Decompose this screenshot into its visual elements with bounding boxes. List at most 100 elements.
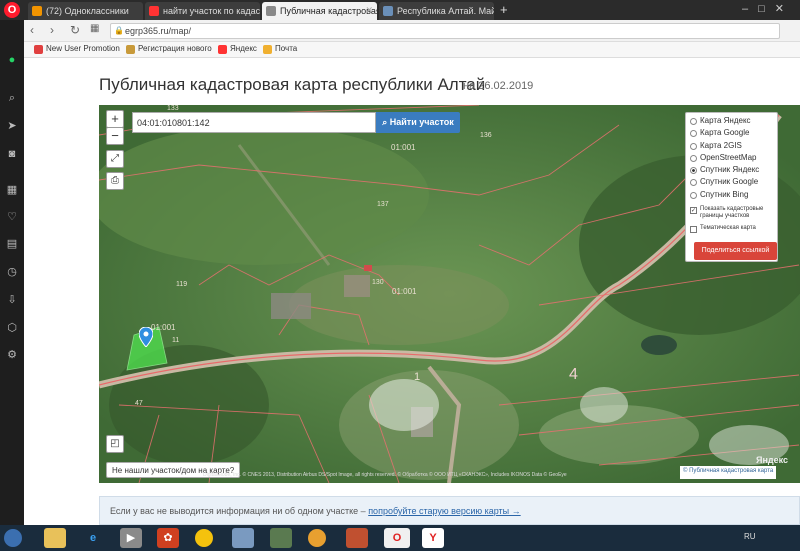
parcel-label: 136 [480,132,492,139]
layer-option-bing-satellite[interactable]: Спутник Bing [690,190,777,202]
print-icon[interactable]: ⎙ [106,172,124,190]
chrome-icon[interactable] [195,529,213,547]
layer-switcher: Карта Яндекс Карта Google Карта 2GIS Ope… [685,112,778,262]
share-link-button[interactable]: Поделиться ссылкой [694,242,777,260]
window-controls[interactable]: –□✕ [742,2,794,15]
lock-icon: 🔒 [114,26,124,35]
reload-icon[interactable]: ↻ [70,23,80,37]
thematic-map-checkbox[interactable]: Тематическая карта [690,225,777,234]
news-icon[interactable]: ▤ [4,236,20,252]
button-label: Найти участок [389,117,454,127]
tab-label: (72) Одноклассники [46,6,129,16]
heart-icon[interactable]: ♡ [4,209,20,225]
whatsapp-icon[interactable]: ● [4,52,20,68]
camera-icon[interactable]: ◙ [4,146,20,162]
parcel-label: 137 [377,201,389,208]
opera-taskbar-icon[interactable]: O [384,528,410,548]
parcel-label: 47 [135,400,143,407]
bookmark-item[interactable]: Яндекс [218,44,257,54]
show-borders-checkbox[interactable]: ✓ Показать кадастровые границы участков [690,206,777,220]
notice-text: Если у вас не выводится информация ни об… [110,506,366,516]
radio-icon [690,130,697,138]
layer-option-yandex-satellite[interactable]: Спутник Яндекс [690,165,777,177]
tab-altai[interactable]: Республика Алтай. Майн [379,2,494,20]
app-icon[interactable] [270,528,292,548]
settings-icon[interactable]: ⚙ [4,347,20,363]
history-icon[interactable]: ◷ [4,264,20,280]
search-icon[interactable]: ⌕ [4,90,20,106]
bookmark-icon [126,45,135,54]
internet-explorer-icon[interactable]: e [82,528,104,548]
media-icon[interactable]: ✿ [157,528,179,548]
opera-menu-icon[interactable]: O [4,2,20,18]
tab-odnoklassniki[interactable]: (72) Одноклассники [28,2,143,20]
windows-taskbar: e ▶ ✿ O Y RU [0,525,800,551]
layer-label: Спутник Google [700,177,759,187]
tab-label: найти участок по кадастр [163,6,260,16]
find-parcel-button[interactable]: ⌕ Найти участок [376,112,460,133]
parcel-label: 1 [414,371,421,383]
quarter-label: 01:001 [391,143,416,152]
tab-label: Республика Алтай. Майн [397,6,494,16]
fullscreen-icon[interactable]: ⤢ [106,150,124,168]
yandex-icon [149,6,159,16]
bookmark-label: Яндекс [230,44,257,53]
app-icon[interactable] [346,528,368,548]
page-icon [266,6,276,16]
old-version-link[interactable]: попробуйте старую версию карты → [368,506,520,516]
checkbox-checked-icon: ✓ [690,207,697,215]
app-icon[interactable] [308,529,326,547]
speed-dial-icon[interactable]: ▦ [90,23,99,34]
quarter-label: 01:001 [392,287,417,296]
parcel-label: 11 [172,337,180,344]
layer-option-google-satellite[interactable]: Спутник Google [690,177,777,189]
cadastral-number-input[interactable]: 04:01:010801:142 [132,112,376,133]
url-input[interactable]: 🔒 egrp365.ru/map/ [110,23,780,39]
zoom-in-button[interactable]: + [106,110,124,128]
bookmark-label: New User Promotion [46,44,120,53]
checkbox-label: Тематическая карта [700,225,756,232]
cadastral-map[interactable]: 133 01:001 136 137 01:001 119 130 01:001… [99,105,800,483]
tab-search[interactable]: найти участок по кадастр [145,2,260,20]
bookmark-item[interactable]: New User Promotion [34,44,120,54]
forward-icon[interactable]: › [50,23,54,37]
speed-dial-icon[interactable]: ▦ [4,182,20,198]
layer-option-yandex-map[interactable]: Карта Яндекс [690,116,777,128]
layer-option-2gis[interactable]: Карта 2GIS [690,141,777,153]
layer-label: Карта 2GIS [700,140,742,150]
location-pin-icon[interactable] [139,327,153,347]
language-indicator[interactable]: RU [744,532,756,541]
layer-option-google-map[interactable]: Карта Google [690,128,777,140]
bookmark-item[interactable]: Регистрация нового [126,44,212,54]
back-icon[interactable]: ‹ [30,23,34,37]
new-tab-button[interactable]: + [500,2,508,17]
zoom-out-button[interactable]: − [106,127,124,145]
layer-label: Спутник Bing [700,189,749,199]
ruler-icon[interactable]: ◰ [106,435,124,453]
tab-cadastral-map[interactable]: Публичная кадастровая к ✕ [262,2,377,20]
start-icon[interactable] [4,529,22,547]
tab-label: Публичная кадастровая к [280,6,377,16]
pkk-link[interactable]: © Публичная кадастровая карта [680,466,777,479]
parcel-label: 133 [167,105,179,112]
page-icon [383,6,393,16]
layer-label: OpenStreetMap [700,152,757,162]
extensions-icon[interactable]: ⬡ [4,320,20,336]
mail-icon [263,45,272,54]
page-date: на 26.02.2019 [463,80,534,92]
layer-option-osm[interactable]: OpenStreetMap [690,153,777,165]
send-icon[interactable]: ➤ [4,118,20,134]
parcel-label: 4 [569,366,578,383]
media-player-icon[interactable]: ▶ [120,528,142,548]
search-icon: ⌕ [382,117,390,127]
download-icon[interactable]: ⇩ [4,292,20,308]
opera-sidebar: ● ⌕ ➤ ◙ ▦ ♡ ▤ ◷ ⇩ ⬡ ⚙ [0,20,24,525]
file-explorer-icon[interactable] [44,528,66,548]
parcel-label: 130 [372,279,384,286]
network-icon[interactable] [232,528,254,548]
yandex-browser-icon[interactable]: Y [422,528,444,548]
close-tab-icon[interactable]: ✕ [365,5,373,16]
yandex-logo: Яндекс [756,455,789,465]
yandex-icon [218,45,227,54]
bookmark-item[interactable]: Почта [263,44,297,54]
